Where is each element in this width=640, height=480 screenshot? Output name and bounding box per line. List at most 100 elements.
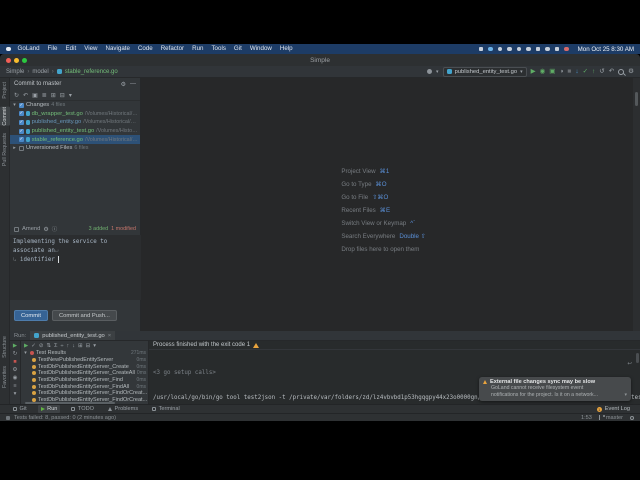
file-checkbox[interactable] bbox=[19, 119, 24, 125]
menu-item[interactable]: Help bbox=[280, 44, 293, 54]
chevron-down-icon[interactable]: ▾ bbox=[23, 350, 28, 356]
prev-failed-icon[interactable]: ↑ bbox=[67, 343, 70, 349]
expand-icon[interactable]: ⊞ bbox=[78, 343, 83, 349]
chevron-right-icon[interactable]: ▸ bbox=[12, 145, 17, 151]
stripe-pull-requests[interactable]: Pull Requests bbox=[0, 133, 10, 166]
stripe-favorites[interactable]: Favorites bbox=[0, 366, 10, 388]
gear-icon[interactable] bbox=[507, 46, 512, 52]
test-row[interactable]: TestDbPublishedEntityServer_Create 0ms bbox=[21, 363, 148, 370]
history-icon[interactable]: ▾ bbox=[93, 343, 96, 349]
git-branch-name[interactable]: master bbox=[606, 415, 623, 421]
changes-checkbox[interactable] bbox=[19, 102, 24, 108]
menu-item[interactable]: Navigate bbox=[106, 44, 130, 54]
search-everywhere-icon[interactable] bbox=[618, 68, 625, 75]
test-row[interactable]: TestNewPublishedEntityServer 0ms bbox=[21, 357, 148, 364]
changed-file-row[interactable]: stable_reference.go /Volumes/Historical/… bbox=[10, 135, 140, 144]
menu-item[interactable]: GoLand bbox=[18, 44, 40, 54]
rerun-icon[interactable]: ▶ bbox=[13, 343, 17, 349]
run-icon[interactable]: ▶ bbox=[531, 68, 536, 76]
file-checkbox[interactable] bbox=[19, 136, 24, 143]
caret-position[interactable]: 1:53 bbox=[581, 415, 592, 421]
unversioned-group-row[interactable]: ▸ Unversioned Files 6 files bbox=[10, 144, 140, 153]
test-row[interactable]: TestDbPublishedEntityServer_FindAll 0ms bbox=[21, 383, 148, 390]
menu-item[interactable]: Tools bbox=[211, 44, 225, 54]
battery-icon[interactable] bbox=[535, 46, 541, 52]
menu-item[interactable]: Edit bbox=[66, 44, 77, 54]
user-avatar-icon[interactable] bbox=[427, 69, 433, 74]
coverage-icon[interactable]: ▣ bbox=[549, 68, 555, 76]
group-by-icon[interactable]: ≣ bbox=[42, 92, 47, 99]
notifications-icon[interactable] bbox=[630, 415, 634, 420]
stripe-structure[interactable]: Structure bbox=[0, 336, 10, 358]
commit-button[interactable]: Commit bbox=[14, 310, 48, 321]
pin-icon[interactable]: ◉ bbox=[13, 375, 18, 381]
profiler-icon[interactable]: ◑ bbox=[559, 68, 563, 76]
menu-item[interactable]: Window bbox=[250, 44, 272, 54]
breadcrumb-project[interactable]: Simple bbox=[6, 69, 24, 75]
changes-group-row[interactable]: ▾ Changes 4 files bbox=[10, 101, 140, 110]
run-tab[interactable]: published_entity_test.go × bbox=[30, 331, 116, 340]
breadcrumb-file[interactable]: stable_reference.go bbox=[65, 69, 118, 75]
moon-icon[interactable] bbox=[516, 46, 522, 52]
record-icon[interactable] bbox=[564, 46, 569, 52]
close-tab-icon[interactable]: × bbox=[108, 333, 111, 339]
menu-item[interactable]: File bbox=[48, 44, 58, 54]
tab-terminal[interactable]: Terminal bbox=[149, 405, 183, 413]
collapse-icon[interactable]: ⊟ bbox=[86, 343, 91, 349]
stop-icon[interactable]: ■ bbox=[13, 359, 16, 365]
siri-icon[interactable] bbox=[488, 46, 493, 52]
push-icon[interactable]: ↑ bbox=[592, 68, 595, 76]
apple-menu-icon[interactable] bbox=[6, 46, 11, 52]
quick-access-icon[interactable] bbox=[6, 415, 10, 420]
statistics-icon[interactable]: Σ bbox=[54, 343, 57, 349]
console-scrollbar-thumb[interactable] bbox=[636, 353, 639, 363]
tab-git[interactable]: Git bbox=[10, 405, 30, 413]
wifi-icon[interactable] bbox=[526, 46, 531, 52]
control-center-icon[interactable] bbox=[554, 46, 560, 52]
chevron-down-icon[interactable]: ▾ bbox=[624, 392, 627, 399]
folded-output[interactable]: <3 go setup calls> bbox=[153, 369, 640, 377]
hide-icon[interactable]: ▾ bbox=[14, 391, 17, 397]
breadcrumb-package[interactable]: model bbox=[32, 69, 48, 75]
undo-icon[interactable]: ↶ bbox=[609, 68, 614, 76]
cursor-icon[interactable] bbox=[478, 46, 484, 52]
show-passed-icon[interactable]: ✓ bbox=[31, 343, 36, 349]
update-project-icon[interactable]: ↓ bbox=[575, 68, 578, 76]
refresh-icon[interactable]: ↻ bbox=[14, 92, 19, 99]
unversioned-checkbox[interactable] bbox=[19, 145, 24, 151]
notification-balloon[interactable]: External file changes sync may be slow G… bbox=[479, 377, 631, 401]
stop-icon[interactable]: ■ bbox=[567, 68, 571, 76]
test-row[interactable]: TestDbPublishedEntityServer_Find 0ms bbox=[21, 377, 148, 384]
menu-clock[interactable]: Mon Oct 25 8:30 AM bbox=[578, 46, 634, 53]
commit-icon[interactable]: ✓ bbox=[583, 68, 588, 76]
duration-icon[interactable]: ÷ bbox=[60, 343, 63, 349]
expand-all-icon[interactable]: ⊞ bbox=[51, 92, 56, 99]
stripe-commit[interactable]: Commit bbox=[0, 106, 10, 126]
phone-icon[interactable] bbox=[497, 46, 503, 52]
menu-item[interactable]: Code bbox=[138, 44, 153, 54]
next-failed-icon[interactable]: ↓ bbox=[72, 343, 75, 349]
collapse-all-icon[interactable]: ⊟ bbox=[60, 92, 65, 99]
file-checkbox[interactable] bbox=[19, 128, 24, 134]
changed-file-row[interactable]: published_entity_test.go /Volumes/Histor… bbox=[10, 127, 140, 136]
debug-icon[interactable]: ◉ bbox=[540, 68, 546, 76]
menu-item[interactable]: Refactor bbox=[161, 44, 184, 54]
history-icon[interactable]: ↺ bbox=[599, 68, 604, 76]
test-summary-text[interactable]: Tests failed: 8, passed: 0 (2 minutes ag… bbox=[14, 415, 116, 421]
commit-options-gear-icon[interactable]: ⚙ bbox=[121, 81, 126, 88]
chevron-down-icon[interactable]: ▾ bbox=[12, 102, 17, 108]
sort-icon[interactable]: ⇅ bbox=[46, 343, 51, 349]
file-checkbox[interactable] bbox=[19, 110, 24, 117]
changed-file-row[interactable]: db_wrapper_test.go /Volumes/Historical/T… bbox=[10, 110, 140, 119]
options-icon[interactable]: ≡ bbox=[13, 383, 16, 389]
tab-run[interactable]: Run bbox=[37, 405, 61, 413]
editor-scrollbar-thumb[interactable] bbox=[635, 92, 638, 106]
test-row[interactable]: TestDbPublishedEntityServer_CreateAll 0m… bbox=[21, 370, 148, 377]
run-configuration-select[interactable]: published_entity_test.go ▾ bbox=[442, 66, 527, 77]
commit-message-editor[interactable]: Implementing the service to associate an… bbox=[10, 235, 141, 300]
rerun-failed-icon[interactable]: ↻ bbox=[13, 351, 18, 357]
info-icon[interactable]: ⓘ bbox=[52, 225, 58, 233]
show-diff-icon[interactable]: ▣ bbox=[32, 92, 38, 99]
commit-message-gear-icon[interactable]: ⚙ bbox=[43, 226, 48, 233]
menu-item[interactable]: View bbox=[84, 44, 97, 54]
